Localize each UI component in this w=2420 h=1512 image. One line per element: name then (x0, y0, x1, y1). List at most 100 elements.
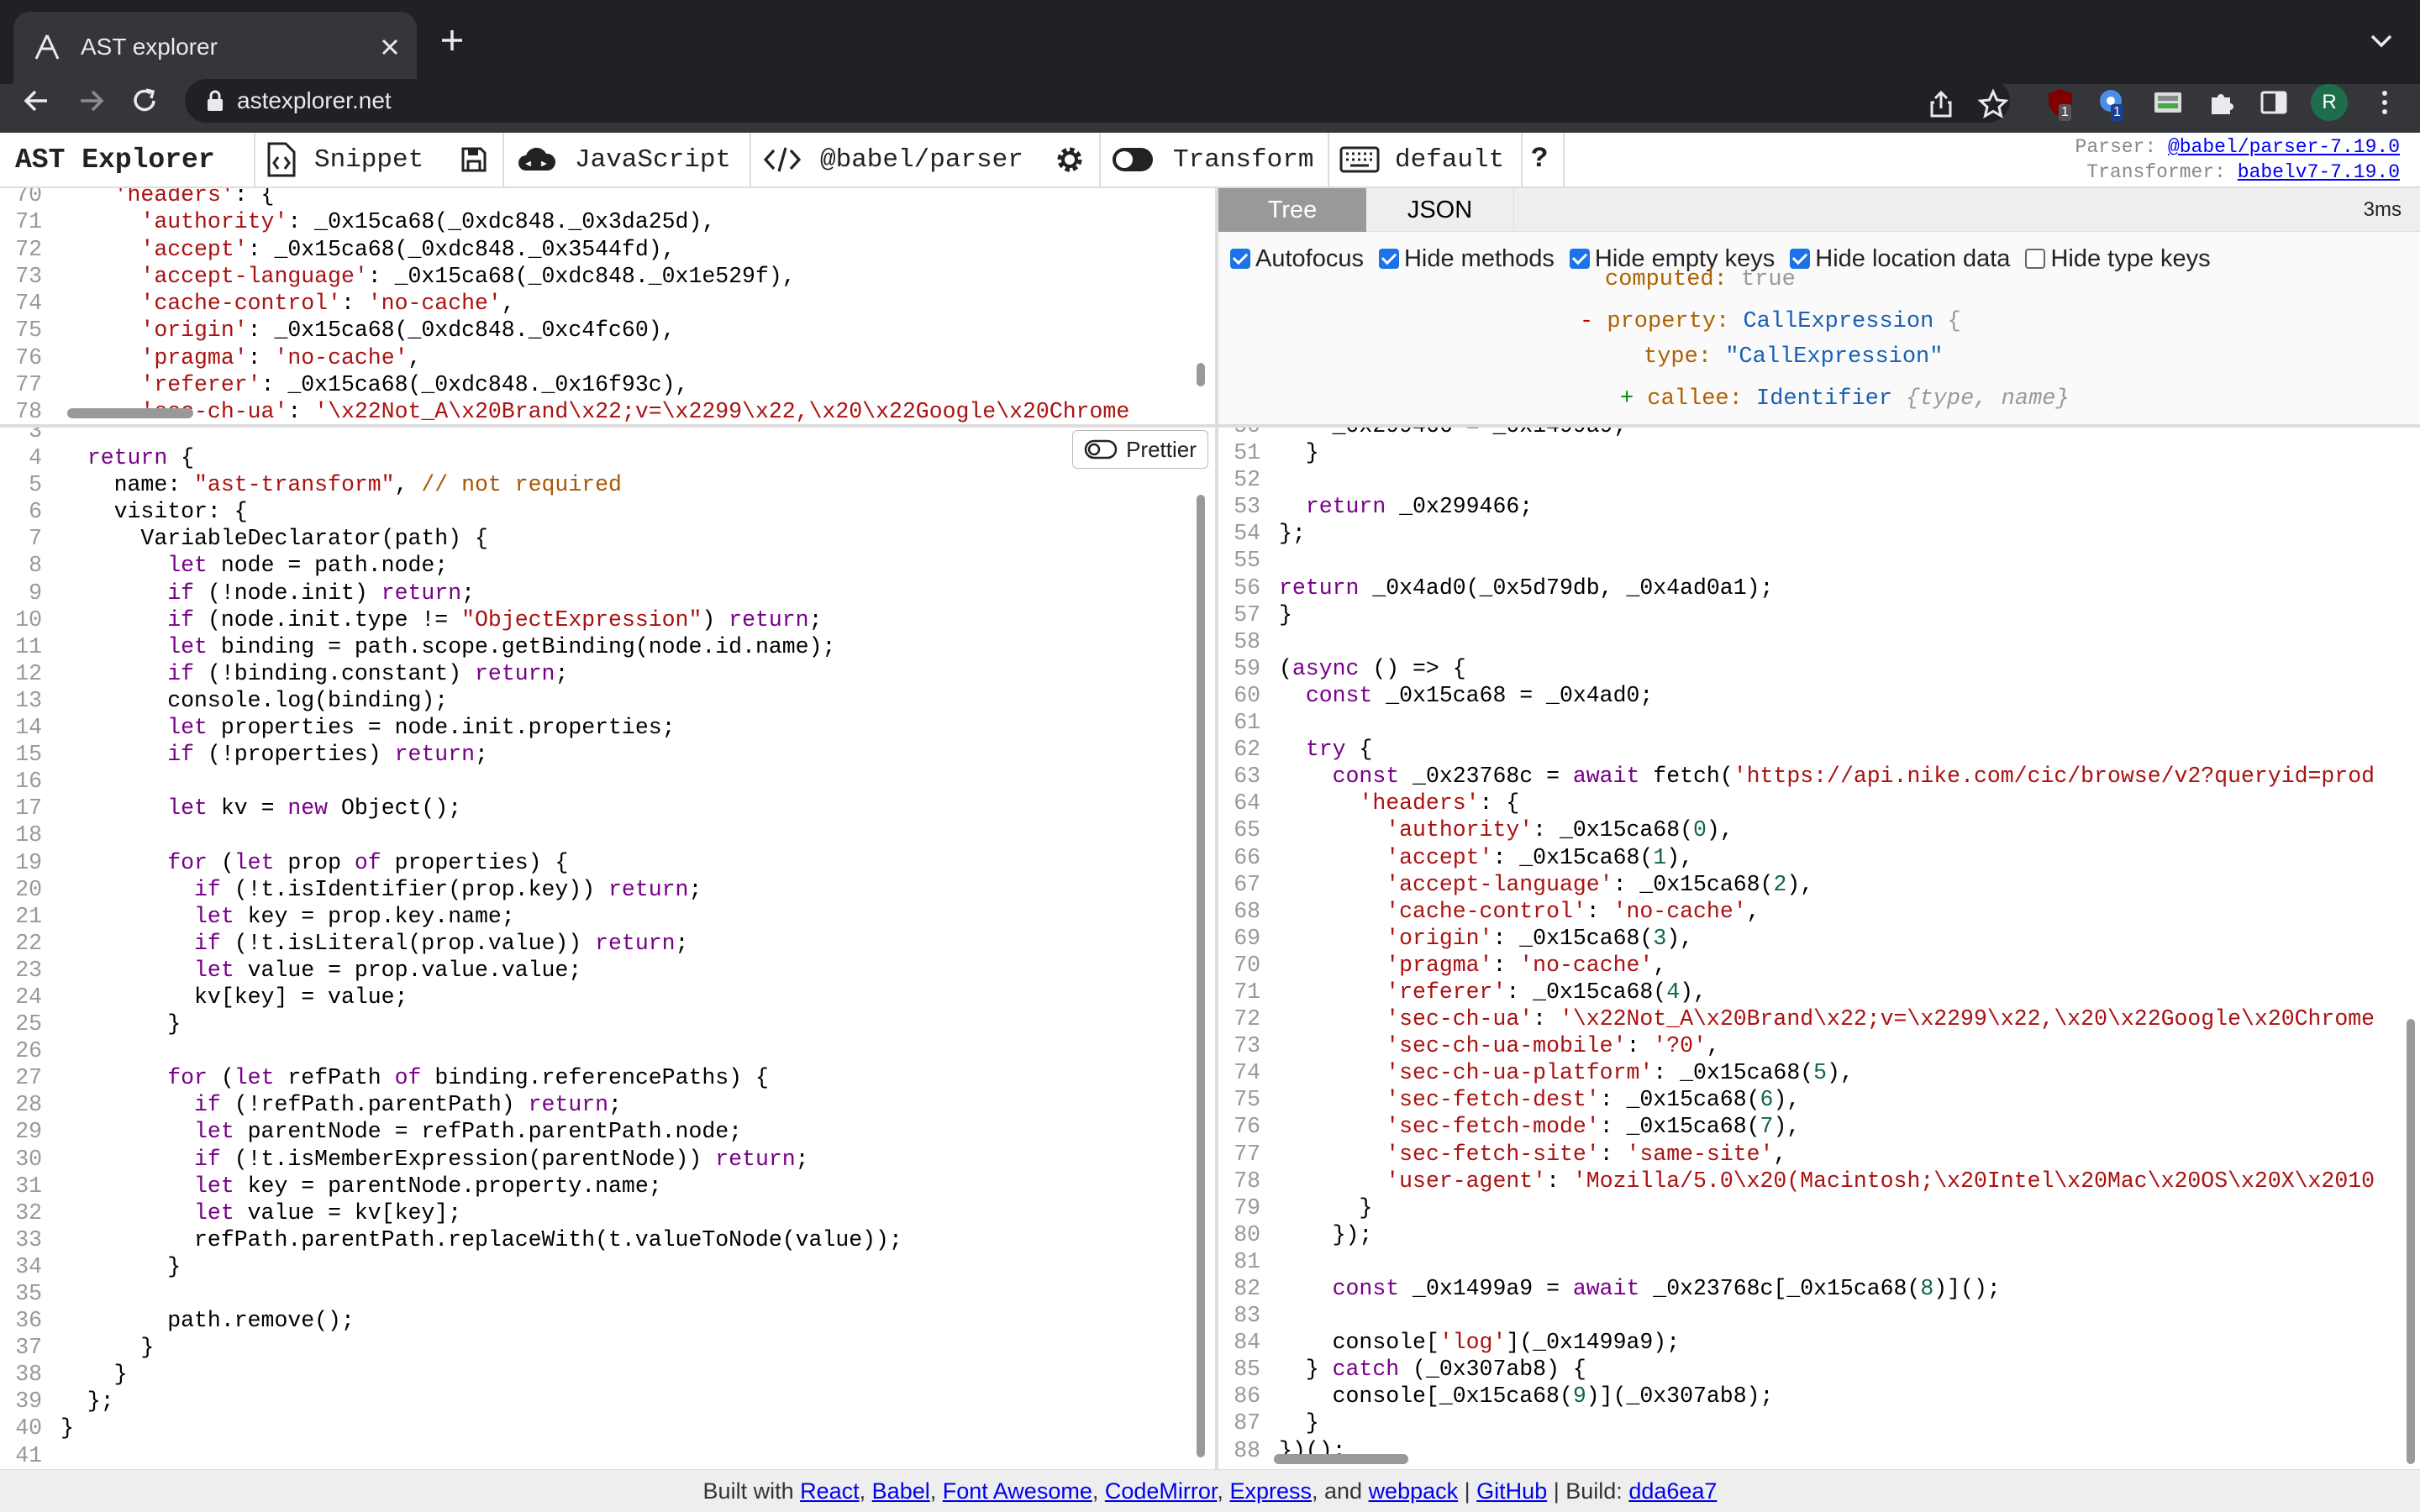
code-line: 5 name: "ast-transform", // not required (0, 471, 902, 498)
tree-row-computed: computed: true (1605, 262, 1796, 297)
code-line: 82 const _0x1499a9 = await _0x23768c[_0x… (1218, 1275, 2375, 1302)
code-line: 55 (1218, 547, 2375, 574)
app-toolbar: AST Explorer Snippet JavaScript @babel/p… (0, 133, 2420, 188)
code-line: 52 (1218, 466, 2375, 493)
footer-built-with: Built with (702, 1478, 794, 1504)
profile-avatar[interactable]: R (2311, 84, 2348, 121)
extensions-puzzle-icon[interactable] (2205, 86, 2238, 119)
line-text: 'sec-ch-ua-platform': _0x15ca68(5), (1386, 1060, 1854, 1086)
footer-link-react[interactable]: React (800, 1478, 860, 1504)
tree-row-type: type: "CallExpression" (1644, 339, 1943, 375)
transform-vertical-scrollbar[interactable] (1197, 495, 1205, 1457)
line-text: let properties = node.init.properties; (167, 715, 676, 741)
line-text: 'sec-ch-ua': '\x22Not_A\x20Brand\x22;v=\… (1386, 1006, 2375, 1032)
tree-row-property[interactable]: - property: CallExpression { (1580, 304, 1961, 339)
line-number: 37 (15, 1335, 42, 1361)
bookmark-star-icon[interactable] (1976, 87, 2010, 121)
line-number: 73 (15, 263, 42, 289)
parser-label: @babel/parser (820, 144, 1023, 175)
new-tab-icon[interactable] (435, 24, 469, 57)
checkbox[interactable] (1378, 249, 1399, 269)
lock-icon[interactable] (205, 90, 225, 112)
line-text: } (60, 1362, 128, 1388)
tree-row-callee[interactable]: + callee: Identifier {type, name} (1620, 381, 2070, 417)
option-hide-methods[interactable]: Hide methods (1378, 245, 1555, 273)
transformer-version-link[interactable]: babelv7-7.19.0 (2238, 161, 2400, 183)
extension-icon-3[interactable] (2151, 86, 2185, 119)
footer-link-express[interactable]: Express (1229, 1478, 1312, 1504)
reload-icon[interactable] (126, 82, 163, 119)
line-number: 71 (1234, 979, 1260, 1005)
checkbox[interactable] (1569, 249, 1590, 269)
line-number: 60 (1234, 682, 1260, 708)
help-button[interactable]: ? (1531, 133, 1548, 186)
share-icon[interactable] (1924, 87, 1958, 121)
line-text: VariableDeclarator(path) { (60, 526, 488, 552)
footer-link-github[interactable]: GitHub (1476, 1478, 1547, 1504)
source-horizontal-scrollbar[interactable] (67, 408, 193, 418)
footer-link-codemirror[interactable]: CodeMirror (1105, 1478, 1218, 1504)
ublock-extension-icon[interactable]: 1 (2044, 86, 2077, 121)
footer-link-font-awesome[interactable]: Font Awesome (943, 1478, 1092, 1504)
line-text: 'cache-control': 'no-cache', (140, 291, 515, 317)
toolbar-divider (502, 133, 504, 186)
line-text: let value = prop.value.value; (194, 957, 582, 983)
back-arrow-icon[interactable] (18, 82, 55, 119)
option-autofocus[interactable]: Autofocus (1230, 245, 1364, 273)
side-panel-icon[interactable] (2257, 86, 2291, 119)
transform-editor[interactable]: 34 return {5 name: "ast-transform", // n… (0, 428, 1215, 1469)
transform-code: 34 return {5 name: "ast-transform", // n… (0, 428, 902, 1469)
output-horizontal-scrollbar[interactable] (1274, 1454, 1408, 1464)
code-line: 54}; (1218, 520, 2375, 547)
collapse-toggle[interactable]: - (1580, 309, 1593, 334)
option-hide-location-data[interactable]: Hide location data (1790, 245, 2010, 273)
ast-view-tabs: Tree JSON 3ms (1218, 188, 2420, 232)
language-menu[interactable]: JavaScript (516, 133, 731, 186)
browser-menu-icon[interactable] (2368, 86, 2402, 119)
parser-version-link[interactable]: @babel/parser-7.19.0 (2168, 136, 2400, 158)
line-number: 5 (29, 472, 42, 498)
code-line: 71 'referer': _0x15ca68(4), (1218, 979, 2375, 1005)
tab-search-chevron-icon[interactable] (2366, 29, 2396, 54)
tab-json[interactable]: JSON (1366, 188, 1514, 232)
option-hide-type-keys[interactable]: Hide type keys (2025, 245, 2211, 273)
tab-tree[interactable]: Tree (1218, 188, 1366, 232)
parser-menu[interactable]: @babel/parser (763, 133, 1023, 186)
output-vertical-scrollbar[interactable] (2407, 1019, 2415, 1464)
code-line: 36 path.remove(); (0, 1307, 902, 1334)
line-text: 'origin': _0x15ca68(3), (1386, 925, 1694, 951)
line-text: 'accept': _0x15ca68(_0xdc848._0x3544fd), (140, 236, 676, 262)
source-vertical-scrollbar[interactable] (1197, 363, 1205, 386)
line-number: 69 (1234, 925, 1260, 951)
parser-info: Parser: @babel/parser-7.19.0 Transformer… (2075, 134, 2400, 185)
line-number: 84 (1234, 1330, 1260, 1356)
extension-icon-2[interactable]: 1 (2096, 86, 2129, 121)
checkbox[interactable] (1230, 249, 1250, 269)
snippet-menu[interactable]: Snippet (266, 133, 424, 186)
gear-icon[interactable] (1055, 145, 1084, 174)
code-line: 34 } (0, 1253, 902, 1280)
code-line: 63 const _0x23768c = await fetch('https:… (1218, 763, 2375, 790)
prettier-button[interactable]: Prettier (1072, 430, 1208, 469)
expand-toggle[interactable]: + (1620, 386, 1634, 412)
url-text: astexplorer.net (237, 87, 392, 113)
line-number: 76 (1234, 1114, 1260, 1140)
line-number: 16 (15, 769, 42, 795)
browser-tab[interactable]: AST explorer (13, 12, 417, 84)
save-icon[interactable] (460, 146, 487, 173)
footer-build-hash[interactable]: dda6ea7 (1628, 1478, 1717, 1504)
address-bar[interactable]: astexplorer.net (185, 79, 2010, 123)
output-editor[interactable]: 50 _0x299466 = _0x1499a9;51 }5253 return… (1218, 428, 2420, 1469)
line-number: 31 (15, 1173, 42, 1199)
footer-link-babel[interactable]: Babel (872, 1478, 930, 1504)
close-tab-icon[interactable] (376, 34, 403, 60)
footer-link-webpack[interactable]: webpack (1369, 1478, 1459, 1504)
keymap-menu[interactable]: default (1339, 133, 1504, 186)
astexplorer-favicon-icon (34, 34, 60, 60)
line-number: 28 (15, 1092, 42, 1118)
checkbox[interactable] (2025, 249, 2046, 269)
forward-arrow-icon[interactable] (72, 82, 109, 119)
code-line: 19 for (let prop of properties) { (0, 849, 902, 876)
source-editor[interactable]: 70 'headers': {71 'authority': _0x15ca68… (0, 188, 1215, 428)
transform-toggle[interactable]: Transform (1111, 133, 1313, 186)
